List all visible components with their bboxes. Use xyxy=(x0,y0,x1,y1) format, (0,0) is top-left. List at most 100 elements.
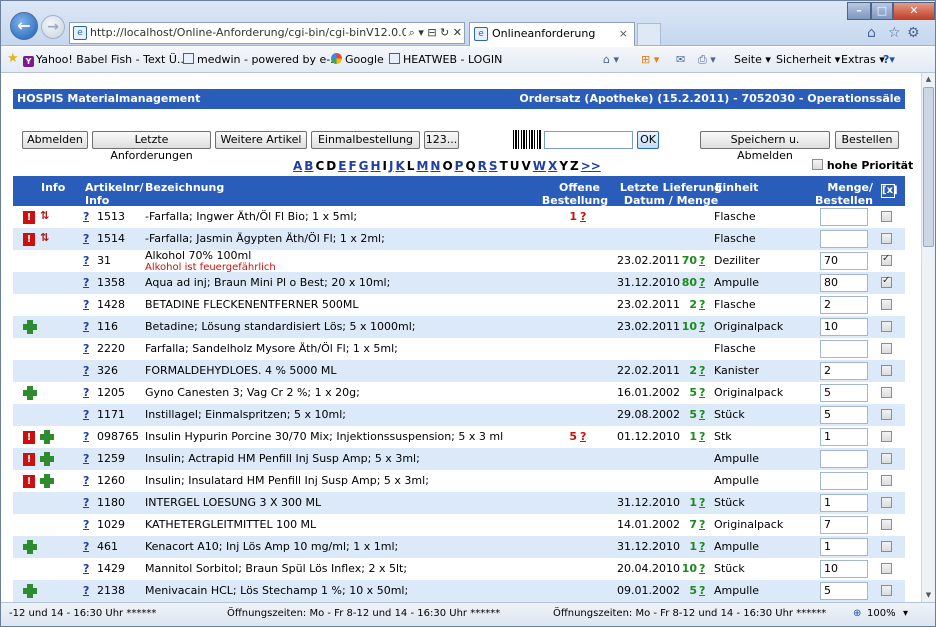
warning-flag-icon[interactable]: ! xyxy=(23,453,35,466)
order-quantity-input[interactable]: 10 xyxy=(820,560,868,578)
row-checkbox[interactable] xyxy=(881,233,892,244)
row-checkbox[interactable] xyxy=(881,563,892,574)
numeric-button[interactable]: 123... xyxy=(424,131,459,149)
row-checkbox[interactable] xyxy=(881,541,892,552)
priority-checkbox[interactable] xyxy=(812,159,823,170)
order-quantity-input[interactable]: 80 xyxy=(820,274,868,292)
more-articles-button[interactable]: Weitere Artikel xyxy=(215,131,307,149)
warning-flag-icon[interactable]: ! xyxy=(23,475,35,488)
maximize-button[interactable]: □ xyxy=(871,2,893,20)
fav-yahoo[interactable]: Y Yahoo! Babel Fish - Text Ü... xyxy=(23,53,187,67)
article-info-link[interactable]: ? xyxy=(83,382,89,404)
order-quantity-input[interactable]: 5 xyxy=(820,406,868,424)
last-delivery-info-link[interactable]: ? xyxy=(699,580,705,602)
row-checkbox[interactable] xyxy=(881,365,892,376)
row-checkbox[interactable] xyxy=(881,387,892,398)
alphabet-letter[interactable]: W xyxy=(533,159,546,173)
vertical-scrollbar[interactable]: ▲ ▼ xyxy=(921,73,935,602)
alphabet-letter[interactable]: B xyxy=(304,159,313,173)
tab-onlineanforderung[interactable]: e Onlineanforderung × xyxy=(469,22,635,46)
alphabet-letter[interactable]: H xyxy=(371,159,381,173)
last-delivery-info-link[interactable]: ? xyxy=(699,536,705,558)
home-toolbar-icon[interactable]: ⌂ ▾ xyxy=(603,53,619,66)
article-info-link[interactable]: ? xyxy=(83,272,89,294)
logout-button[interactable]: Abmelden xyxy=(22,131,88,149)
barcode-input[interactable] xyxy=(544,131,633,149)
alphabet-letter[interactable]: N xyxy=(430,159,440,173)
order-quantity-input[interactable] xyxy=(820,230,868,248)
green-cross-icon[interactable] xyxy=(40,452,54,466)
alphabet-letter[interactable]: K xyxy=(395,159,404,173)
alphabet-letter[interactable]: R xyxy=(478,159,487,173)
order-quantity-input[interactable] xyxy=(820,340,868,358)
last-delivery-info-link[interactable]: ? xyxy=(699,514,705,536)
green-cross-icon[interactable] xyxy=(23,320,37,334)
order-quantity-input[interactable]: 2 xyxy=(820,296,868,314)
order-quantity-input[interactable]: 2 xyxy=(820,362,868,380)
last-delivery-info-link[interactable]: ? xyxy=(699,316,705,338)
green-cross-icon[interactable] xyxy=(23,386,37,400)
last-delivery-info-link[interactable]: ? xyxy=(699,426,705,448)
last-delivery-info-link[interactable]: ? xyxy=(699,558,705,580)
last-requests-button[interactable]: Letzte Anforderungen xyxy=(92,131,211,162)
help-icon[interactable]: ?▾ xyxy=(883,53,895,66)
priority-toggle[interactable]: hohe Priorität xyxy=(812,159,913,172)
order-quantity-input[interactable] xyxy=(820,208,868,226)
article-info-link[interactable]: ? xyxy=(83,536,89,558)
swap-arrows-icon[interactable]: ⇅ xyxy=(40,231,49,244)
row-checkbox[interactable] xyxy=(881,585,892,596)
order-button[interactable]: Bestellen xyxy=(835,131,899,149)
green-cross-icon[interactable] xyxy=(23,540,37,554)
order-quantity-input[interactable]: 1 xyxy=(820,494,868,512)
warning-flag-icon[interactable]: ! xyxy=(23,211,35,224)
last-delivery-info-link[interactable]: ? xyxy=(699,272,705,294)
row-checkbox[interactable] xyxy=(881,343,892,354)
article-info-link[interactable]: ? xyxy=(83,470,89,492)
scroll-thumb[interactable] xyxy=(923,87,934,247)
select-all-button[interactable]: [x] xyxy=(881,184,898,198)
alphabet-letter[interactable]: M xyxy=(416,159,428,173)
green-cross-icon[interactable] xyxy=(40,430,54,444)
menu-extras[interactable]: Extras ▾ xyxy=(841,53,885,66)
ok-button[interactable]: OK xyxy=(637,131,659,149)
row-checkbox[interactable] xyxy=(881,431,892,442)
alphabet-letter[interactable]: E xyxy=(338,159,346,173)
fav-heatweb[interactable]: HEATWEB - LOGIN xyxy=(389,53,502,66)
back-button[interactable]: ← xyxy=(10,12,38,40)
green-cross-icon[interactable] xyxy=(23,584,37,598)
home-icon[interactable]: ⌂ xyxy=(867,25,876,41)
article-info-link[interactable]: ? xyxy=(83,514,89,536)
zoom-level[interactable]: 100% xyxy=(867,608,896,619)
warning-flag-icon[interactable]: ! xyxy=(23,233,35,246)
row-checkbox[interactable] xyxy=(881,497,892,508)
alphabet-letter[interactable]: A xyxy=(293,159,302,173)
row-checkbox[interactable] xyxy=(881,453,892,464)
last-delivery-info-link[interactable]: ? xyxy=(699,492,705,514)
article-info-link[interactable]: ? xyxy=(83,404,89,426)
menu-security[interactable]: Sicherheit ▾ xyxy=(776,53,840,66)
save-logout-button[interactable]: Speichern u. Abmelden xyxy=(700,131,830,162)
article-info-link[interactable]: ? xyxy=(83,294,89,316)
order-quantity-input[interactable] xyxy=(820,450,868,468)
print-icon[interactable]: ⎙ ▾ xyxy=(698,53,716,67)
feeds-icon[interactable]: ⊞ ▾ xyxy=(641,53,659,66)
article-info-link[interactable]: ? xyxy=(83,360,89,382)
article-info-link[interactable]: ? xyxy=(83,228,89,250)
alphabet-letter[interactable]: J xyxy=(389,159,393,173)
article-info-link[interactable]: ? xyxy=(83,448,89,470)
order-quantity-input[interactable]: 1 xyxy=(820,428,868,446)
row-checkbox[interactable] xyxy=(881,275,892,288)
last-delivery-info-link[interactable]: ? xyxy=(699,382,705,404)
article-info-link[interactable]: ? xyxy=(83,250,89,272)
order-quantity-input[interactable]: 10 xyxy=(820,318,868,336)
order-quantity-input[interactable]: 5 xyxy=(820,384,868,402)
article-info-link[interactable]: ? xyxy=(83,558,89,580)
address-controls[interactable]: ⌕ ▾ ⊟ ↻ ✕ xyxy=(405,23,462,43)
green-cross-icon[interactable] xyxy=(40,474,54,488)
row-checkbox[interactable] xyxy=(881,253,892,266)
order-quantity-input[interactable]: 70 xyxy=(820,252,868,270)
last-delivery-info-link[interactable]: ? xyxy=(699,294,705,316)
order-quantity-input[interactable]: 1 xyxy=(820,538,868,556)
gear-icon[interactable]: ⚙ xyxy=(907,25,920,41)
warning-flag-icon[interactable]: ! xyxy=(23,431,35,444)
